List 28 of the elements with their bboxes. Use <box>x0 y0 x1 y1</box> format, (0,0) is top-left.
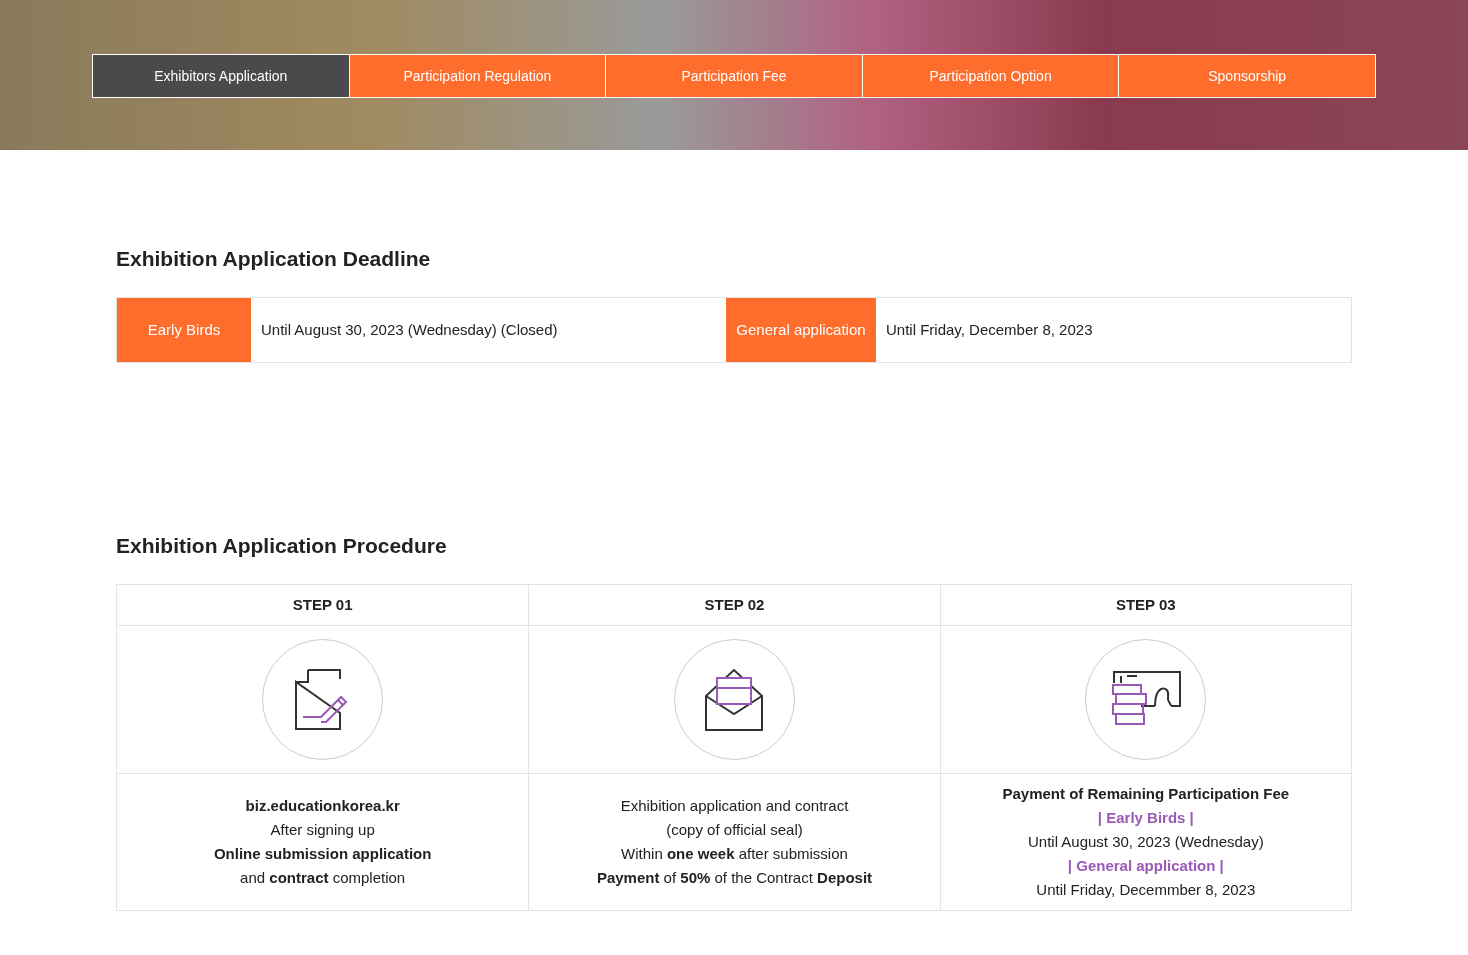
section-title: Exhibition Application Deadline <box>116 246 432 272</box>
step-text: Payment of Remaining Participation Fee <box>1002 784 1290 805</box>
tab[interactable]: Exhibitors Application <box>92 54 350 98</box>
section-title: Exhibition Application Procedure <box>116 533 448 559</box>
step-text: (copy of official seal) <box>666 820 803 841</box>
highlight-label: | Early Birds | <box>1097 808 1194 829</box>
tab[interactable]: Sponsorship <box>1119 54 1376 98</box>
tab[interactable]: Participation Option <box>862 54 1120 98</box>
step-text: Until Friday, Decemmber 8, 2023 <box>1036 880 1256 901</box>
step-text: Online submission application <box>213 844 432 865</box>
deadline-value: Until August 30, 2023 (Wednesday) (Closed) <box>260 319 559 340</box>
tab[interactable]: Participation Fee <box>606 54 863 98</box>
step-text: After signing up <box>270 820 375 841</box>
step-label: STEP 01 <box>117 585 529 627</box>
deadline-label: Early Birds <box>117 298 251 363</box>
step-text: Until August 30, 2023 (Wednesday) <box>1027 832 1264 853</box>
step-text: and contract completion <box>240 868 406 889</box>
deadline-label: General application <box>726 298 876 363</box>
step-text: biz.educationkorea.kr <box>245 796 400 817</box>
step-text: Payment of 50% of the Contract Deposit <box>596 868 873 889</box>
tab[interactable]: Participation Regulation <box>349 54 607 98</box>
deadline-value: Until Friday, December 8, 2023 <box>885 319 1094 340</box>
envelope-icon <box>704 667 765 732</box>
step-text: Within one week after submission <box>621 844 848 865</box>
step-label: STEP 02 <box>529 585 940 627</box>
step-label: STEP 03 <box>940 585 1351 627</box>
highlight-label: | General application | <box>1067 856 1224 877</box>
step-text: Exhibition application and contract <box>620 796 849 817</box>
